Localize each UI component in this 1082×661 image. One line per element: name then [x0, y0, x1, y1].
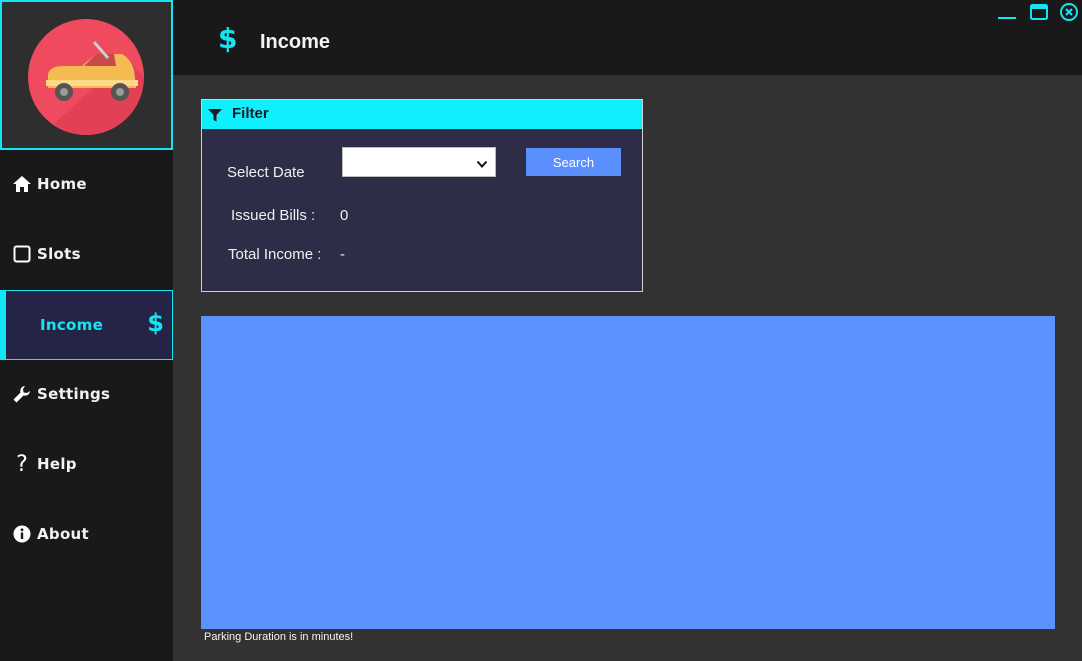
sidebar-item-label: Settings [37, 385, 111, 403]
duration-note: Parking Duration is in minutes! [204, 631, 354, 643]
filter-icon [208, 107, 222, 126]
sidebar-item-home[interactable]: Home [0, 150, 173, 218]
select-date-label: Select Date [227, 164, 305, 181]
sidebar-item-label: Income [40, 316, 104, 334]
filter-panel: Filter Select Date Search Issued Bills :… [201, 99, 643, 292]
sidebar-item-label: About [37, 525, 90, 543]
filter-title: Filter [232, 105, 269, 122]
sidebar-item-income[interactable]: Income $ [0, 290, 173, 360]
wrench-icon [11, 383, 33, 405]
income-chart-area [201, 316, 1055, 629]
sidebar-item-label: Help [37, 455, 77, 473]
total-income-value: - [340, 246, 345, 263]
chevron-down-icon [476, 155, 488, 174]
date-select[interactable] [342, 147, 496, 177]
page-title: Income [260, 31, 331, 53]
maximize-icon [1030, 4, 1048, 20]
sidebar-item-settings[interactable]: Settings [0, 360, 173, 428]
minimize-icon [998, 17, 1016, 19]
issued-bills-value: 0 [340, 207, 349, 224]
home-icon [11, 173, 33, 195]
sidebar-item-label: Slots [37, 245, 81, 263]
question-icon: ? [16, 451, 28, 477]
sidebar-item-label: Home [37, 175, 87, 193]
close-icon [1060, 3, 1078, 21]
maximize-button[interactable] [1028, 2, 1050, 22]
minimize-button[interactable] [996, 2, 1018, 22]
info-icon [11, 523, 33, 545]
app-logo [0, 0, 173, 150]
sidebar: Home Slots Income $ Settings ? Help Abou… [0, 0, 173, 661]
dollar-icon: $ [218, 22, 238, 55]
square-icon [11, 243, 33, 265]
filter-header: Filter [202, 100, 642, 129]
sidebar-item-help[interactable]: ? Help [0, 430, 173, 498]
close-button[interactable] [1058, 2, 1080, 22]
total-income-label: Total Income : [228, 246, 322, 263]
sidebar-item-about[interactable]: About [0, 500, 173, 568]
issued-bills-label: Issued Bills : [231, 207, 316, 224]
page-header: $ Income [173, 0, 1082, 75]
search-button[interactable]: Search [526, 148, 621, 176]
sidebar-item-slots[interactable]: Slots [0, 220, 173, 288]
dollar-icon: $ [147, 309, 164, 337]
